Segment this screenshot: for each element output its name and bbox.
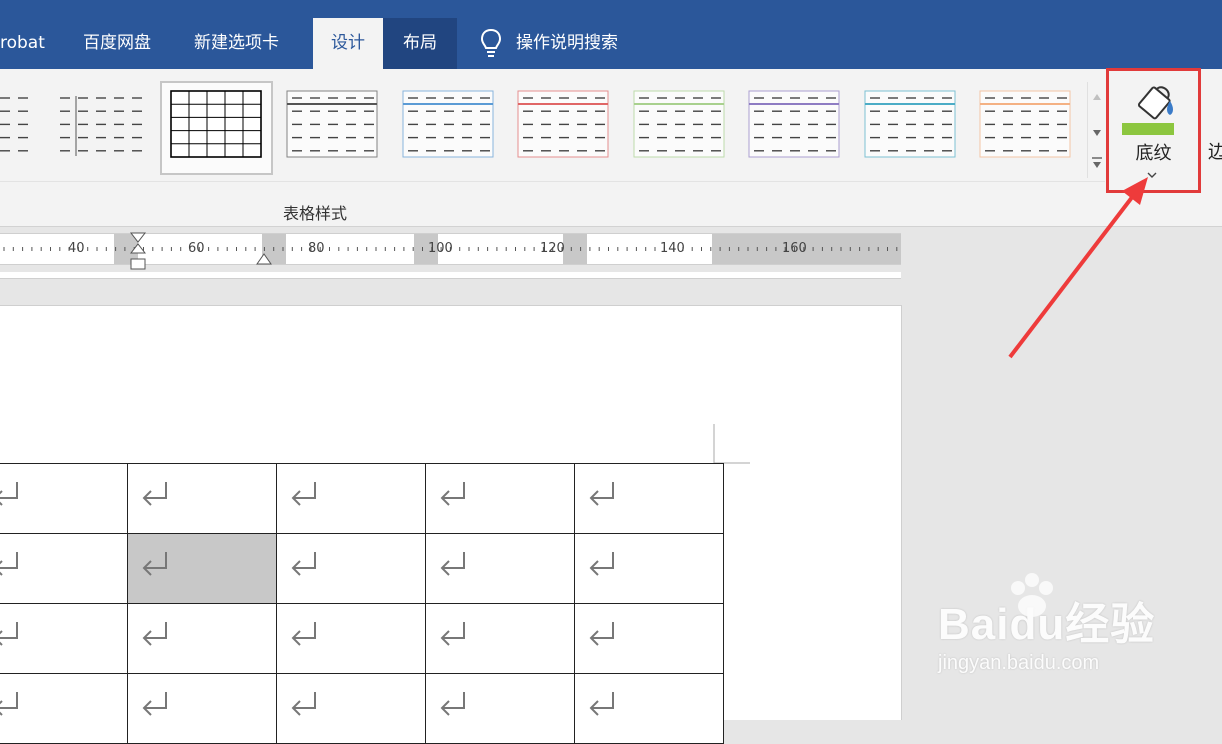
paragraph-mark-icon: [142, 482, 167, 506]
ruler-number: 100: [428, 241, 453, 256]
paragraph-mark-icon: [440, 622, 465, 646]
lightbulb-icon: [480, 28, 502, 57]
paragraph-mark-icon: [589, 482, 614, 506]
table-cell[interactable]: [425, 673, 575, 744]
tab-design[interactable]: 设计: [313, 18, 383, 69]
paragraph-mark-icon: [440, 692, 465, 716]
gallery-scroll[interactable]: [1087, 82, 1106, 178]
document-table[interactable]: [0, 463, 724, 744]
table-style-5[interactable]: [402, 90, 496, 164]
tell-me-search[interactable]: 操作说明搜索: [480, 18, 618, 69]
table-style-6[interactable]: [517, 90, 611, 164]
table-cell[interactable]: [0, 463, 128, 534]
table-cell[interactable]: [276, 463, 426, 534]
table-style-7[interactable]: [633, 90, 727, 164]
ruler-number: 120: [540, 241, 565, 256]
table-style-1[interactable]: [0, 90, 34, 164]
table-cell[interactable]: [425, 533, 575, 604]
annotation-arrow: [1008, 177, 1148, 359]
paragraph-mark-icon: [142, 692, 167, 716]
table-cell[interactable]: [127, 533, 277, 604]
table-cell[interactable]: [574, 603, 724, 674]
ruler-number: 80: [308, 241, 325, 256]
table-cell[interactable]: [276, 533, 426, 604]
gallery-scroll-arrows[interactable]: [1088, 82, 1106, 178]
indent-marker-icon[interactable]: [128, 231, 148, 271]
paragraph-mark-icon: [291, 552, 316, 576]
baidu-watermark: Baidu经验 jingyan.baidu.com: [938, 573, 1155, 675]
gallery-down-icon[interactable]: [1093, 130, 1101, 136]
paragraph-mark-icon: [291, 692, 316, 716]
watermark-url: jingyan.baidu.com: [938, 652, 1100, 674]
ribbon-divider: [0, 181, 1105, 182]
table-cell[interactable]: [425, 463, 575, 534]
paragraph-mark-icon: [291, 622, 316, 646]
table-style-10[interactable]: [979, 90, 1073, 164]
ruler-number: 40: [68, 241, 85, 256]
table-style-3[interactable]: [170, 90, 264, 164]
tab-baidu-netdisk[interactable]: 百度网盘: [83, 18, 151, 69]
table-style-9[interactable]: [864, 90, 958, 164]
title-bar: robat 百度网盘 新建选项卡 设计 布局 操作说明搜索: [0, 0, 1222, 69]
table-row: [0, 463, 724, 534]
gallery-up-icon[interactable]: [1093, 94, 1101, 100]
table-style-2[interactable]: [54, 90, 148, 164]
table-cell[interactable]: [127, 463, 277, 534]
paragraph-mark-icon: [0, 692, 18, 716]
ruler-bottom-bar: [0, 272, 901, 279]
table-cell[interactable]: [127, 673, 277, 744]
shading-color-bar: [1122, 123, 1174, 135]
paragraph-mark-icon: [589, 692, 614, 716]
paragraph-mark-icon: [142, 552, 167, 576]
tab-acrobat[interactable]: robat: [0, 18, 45, 69]
tell-me-label: 操作说明搜索: [516, 33, 618, 53]
tab-layout[interactable]: 布局: [383, 18, 457, 69]
table-cell[interactable]: [574, 673, 724, 744]
horizontal-ruler[interactable]: 40 60 80 100 120 140 160: [0, 232, 901, 270]
tab-new-tab[interactable]: 新建选项卡: [194, 18, 279, 69]
table-cell[interactable]: [0, 673, 128, 744]
table-style-8[interactable]: [748, 90, 842, 164]
borders-label-partial[interactable]: 边: [1208, 138, 1222, 164]
paragraph-mark-icon: [0, 552, 18, 576]
table-cell[interactable]: [0, 603, 128, 674]
paragraph-mark-icon: [142, 622, 167, 646]
table-cell[interactable]: [276, 673, 426, 744]
table-cell[interactable]: [276, 603, 426, 674]
table-row: [0, 533, 724, 604]
paragraph-mark-icon: [0, 622, 18, 646]
table-cell[interactable]: [574, 533, 724, 604]
ruler-number: 160: [782, 241, 807, 256]
paragraph-mark-icon: [440, 552, 465, 576]
table-cell[interactable]: [574, 463, 724, 534]
table-styles-group-label: 表格样式: [283, 204, 348, 223]
paragraph-mark-icon: [440, 482, 465, 506]
shading-label: 底纹: [1135, 143, 1172, 164]
paint-bucket-icon: [1122, 86, 1174, 135]
right-indent-marker-icon[interactable]: [254, 250, 274, 270]
table-cell[interactable]: [425, 603, 575, 674]
table-cell[interactable]: [127, 603, 277, 674]
table-cell[interactable]: [0, 533, 128, 604]
paragraph-mark-icon: [0, 482, 18, 506]
table-row: [0, 603, 724, 674]
paragraph-mark-icon: [589, 622, 614, 646]
paw-icon: [1011, 573, 1053, 617]
ruler-number: 140: [660, 241, 685, 256]
table-style-4[interactable]: [286, 90, 380, 164]
ruler-number: 60: [188, 241, 205, 256]
paragraph-mark-icon: [589, 552, 614, 576]
paragraph-mark-icon: [291, 482, 316, 506]
table-row: [0, 673, 724, 744]
